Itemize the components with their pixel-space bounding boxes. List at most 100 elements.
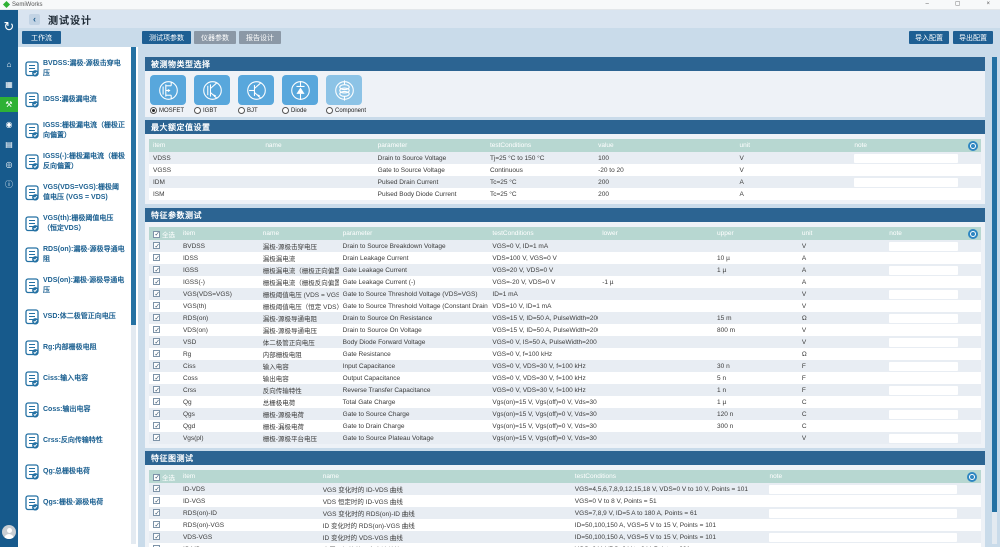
note-field[interactable]	[769, 521, 957, 530]
note-field[interactable]	[889, 314, 958, 323]
note-field[interactable]	[769, 509, 957, 518]
cell-lower[interactable]	[598, 324, 713, 336]
dut-radio-bjt[interactable]	[238, 107, 245, 114]
tab-1[interactable]: 测试项参数	[142, 31, 191, 44]
cell-lower[interactable]	[598, 408, 713, 420]
row-checkbox[interactable]	[153, 266, 160, 273]
cell-upper[interactable]: 15 m	[713, 312, 798, 324]
test-item[interactable]: RDS(on):漏极-源极导通电阻	[18, 239, 138, 270]
note-field[interactable]	[889, 254, 958, 263]
scrollbar-thumb[interactable]	[992, 57, 997, 512]
note-field[interactable]	[889, 338, 958, 347]
note-field[interactable]	[889, 266, 958, 275]
cell-note[interactable]	[885, 408, 960, 420]
row-checkbox[interactable]	[153, 326, 160, 333]
row-checkbox[interactable]	[153, 362, 160, 369]
test-item[interactable]: Qgs:栅极-源极电荷	[18, 487, 138, 518]
test-item[interactable]: IGSS:栅极漏电流（栅极正向偏置）	[18, 115, 138, 146]
logo-icon[interactable]: ↻	[0, 14, 18, 40]
row-checkbox[interactable]	[153, 422, 160, 429]
note-field[interactable]	[889, 302, 958, 311]
row-checkbox[interactable]	[153, 521, 160, 528]
test-item[interactable]: Coss:输出电容	[18, 394, 138, 425]
note-field[interactable]	[889, 350, 958, 359]
dut-radio-mosfet[interactable]	[150, 107, 157, 114]
cell-note[interactable]	[850, 152, 960, 164]
test-item[interactable]: BVDSS:漏极-源极击穿电压	[18, 53, 138, 84]
row-checkbox[interactable]	[153, 434, 160, 441]
row-checkbox[interactable]	[153, 290, 160, 297]
cell-lower[interactable]	[598, 264, 713, 276]
select-all-checkbox[interactable]	[153, 474, 160, 481]
row-checkbox[interactable]	[153, 386, 160, 393]
select-all-checkbox[interactable]	[153, 231, 160, 238]
cell-lower[interactable]	[598, 396, 713, 408]
cell-note[interactable]	[765, 531, 959, 543]
cell-note[interactable]	[885, 396, 960, 408]
row-checkbox[interactable]	[153, 497, 160, 504]
cell-lower[interactable]: -1 µ	[598, 276, 713, 288]
note-field[interactable]	[854, 178, 958, 187]
dut-radio-igbt[interactable]	[194, 107, 201, 114]
cell-lower[interactable]	[598, 288, 713, 300]
note-field[interactable]	[889, 374, 958, 383]
test-item[interactable]: Crss:反向传输特性	[18, 425, 138, 456]
cell-value[interactable]: 200	[594, 188, 735, 200]
cell-note[interactable]	[885, 360, 960, 372]
cell-upper[interactable]: 10 µ	[713, 252, 798, 264]
cell-note[interactable]	[885, 384, 960, 396]
cell-lower[interactable]	[598, 336, 713, 348]
test-item-scrollbar[interactable]	[131, 47, 136, 544]
cell-value[interactable]: 200	[594, 176, 735, 188]
cell-note[interactable]	[885, 276, 960, 288]
cell-upper[interactable]: 800 m	[713, 324, 798, 336]
cell-lower[interactable]	[598, 384, 713, 396]
note-field[interactable]	[889, 434, 958, 443]
tab-3[interactable]: 报告设计	[239, 31, 281, 44]
cell-upper[interactable]: 1 µ	[713, 264, 798, 276]
row-checkbox[interactable]	[153, 338, 160, 345]
test-item[interactable]: IGSS(-):栅极漏电流（栅极反向偏置）	[18, 146, 138, 177]
cell-value[interactable]: 100	[594, 152, 735, 164]
test-item[interactable]: VSD:体二极管正向电压	[18, 301, 138, 332]
cell-note[interactable]	[885, 252, 960, 264]
dut-tile-mosfet[interactable]	[150, 75, 186, 105]
note-field[interactable]	[889, 278, 958, 287]
cell-upper[interactable]: 1 n	[713, 384, 798, 396]
cell-lower[interactable]	[598, 252, 713, 264]
cell-note[interactable]	[850, 188, 960, 200]
collapse-icon[interactable]	[967, 472, 977, 482]
workflow-button[interactable]: 工作流	[22, 31, 61, 44]
cell-lower[interactable]	[598, 240, 713, 252]
minimize-button[interactable]: –	[925, 0, 928, 9]
row-checkbox[interactable]	[153, 485, 160, 492]
record-icon[interactable]: ◉	[0, 117, 18, 132]
test-item[interactable]: Qg:总栅极电荷	[18, 456, 138, 487]
cell-upper[interactable]: 30 n	[713, 360, 798, 372]
cell-note[interactable]	[765, 483, 959, 495]
test-item[interactable]: VDS(on):漏极-源极导通电压	[18, 270, 138, 301]
cell-value[interactable]: -20 to 20	[594, 164, 735, 176]
cell-note[interactable]	[885, 420, 960, 432]
import-config-button[interactable]: 导入配置	[909, 31, 949, 44]
cell-upper[interactable]	[713, 288, 798, 300]
cell-lower[interactable]	[598, 432, 713, 444]
cell-note[interactable]	[765, 543, 959, 547]
cell-lower[interactable]	[598, 348, 713, 360]
cell-upper[interactable]	[713, 240, 798, 252]
close-button[interactable]: ×	[986, 0, 990, 9]
note-field[interactable]	[889, 290, 958, 299]
cell-lower[interactable]	[598, 360, 713, 372]
cell-upper[interactable]: 1 µ	[713, 396, 798, 408]
tab-2[interactable]: 仪器参数	[194, 31, 236, 44]
row-checkbox[interactable]	[153, 278, 160, 285]
test-item[interactable]: IDSS:漏极漏电流	[18, 84, 138, 115]
cell-upper[interactable]: 300 n	[713, 420, 798, 432]
cell-note[interactable]	[885, 288, 960, 300]
row-checkbox[interactable]	[153, 533, 160, 540]
export-config-button[interactable]: 导出配置	[953, 31, 993, 44]
row-checkbox[interactable]	[153, 410, 160, 417]
note-field[interactable]	[769, 485, 957, 494]
row-checkbox[interactable]	[153, 242, 160, 249]
cell-upper[interactable]	[713, 432, 798, 444]
